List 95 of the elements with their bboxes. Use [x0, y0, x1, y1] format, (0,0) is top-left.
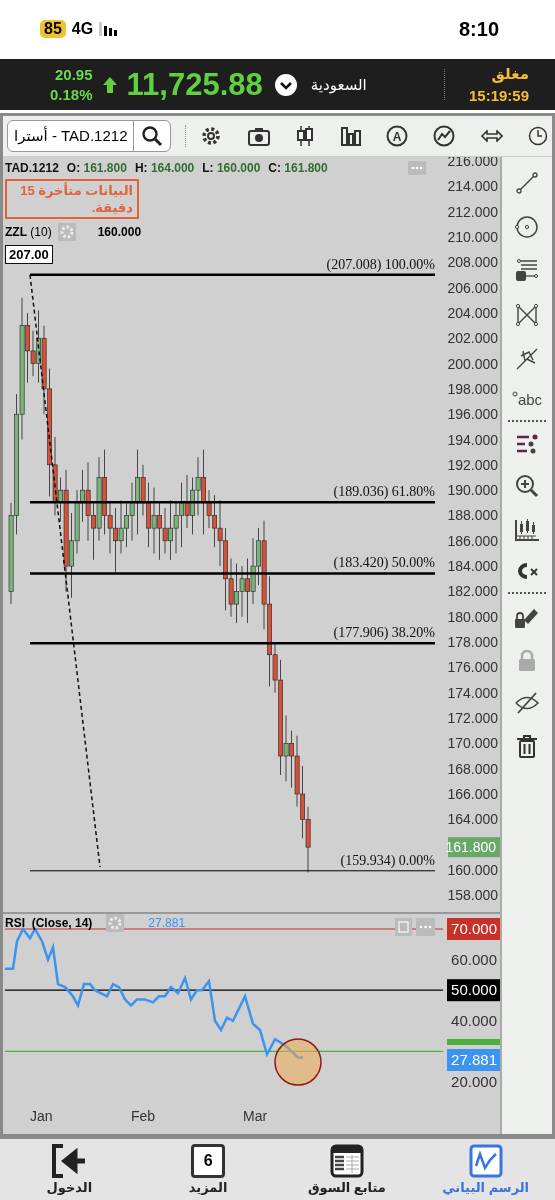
clear-drawings-icon[interactable]: [515, 562, 539, 581]
price-axis-label: 176.000: [447, 659, 498, 676]
table-icon: [329, 1144, 364, 1179]
fibonacci-level-label: (183.420) 50.00%: [333, 555, 435, 571]
price-axis-label: 184.000: [447, 558, 498, 575]
price-axis-label: 216.000: [447, 157, 498, 170]
price-axis-label: 172.000: [447, 710, 498, 727]
price-axis-label: 198.000: [447, 381, 498, 398]
index-change: 20.95: [55, 64, 93, 85]
rsi-value: 27.881: [148, 916, 186, 931]
bar-chart-icon[interactable]: [340, 126, 361, 147]
camera-icon[interactable]: [247, 126, 270, 147]
price-axis-label: 190.000: [447, 482, 498, 499]
rsi-axis-label: 60.000: [451, 951, 497, 968]
rsi-level-badge: 70.000: [447, 918, 500, 941]
price-axis-label: 188.000: [447, 507, 498, 524]
symbol-search-field[interactable]: أسترا - TAD.1212: [7, 120, 172, 153]
price-axis-label: 204.000: [447, 305, 498, 322]
price-axis-label: 182.000: [447, 583, 498, 600]
price-axis-label: 178.000: [447, 634, 498, 651]
market-selector[interactable]: السعودية: [310, 75, 367, 94]
chart-symbol: TAD.1212: [5, 161, 59, 176]
price-axis-label: 202.000: [447, 330, 498, 347]
price-axis-label: 200.000: [447, 355, 498, 372]
fibonacci-level-label: (177.906) 38.20%: [333, 625, 435, 641]
signal-icon: [99, 22, 120, 37]
line-tool-icon[interactable]: [515, 171, 539, 196]
pattern-tool-icon[interactable]: [515, 303, 539, 328]
price-axis-label: 180.000: [447, 609, 498, 626]
ohlc-value: C: 161.800: [268, 161, 328, 176]
price-axis-label: 174.000: [447, 685, 498, 702]
clock-icon[interactable]: [528, 126, 548, 147]
trash-icon[interactable]: [516, 734, 538, 759]
resize-arrows-icon[interactable]: [480, 130, 503, 143]
price-axis-label: 164.000: [447, 811, 498, 828]
highlight-circle: [274, 1038, 322, 1087]
rsi-axis-label: 40.000: [451, 1012, 497, 1030]
price-axis-label: 168.000: [447, 761, 498, 778]
market-status: مغلق: [491, 63, 529, 85]
fibonacci-level-label: (207.008) 100.00%: [326, 257, 435, 273]
ohlc-value: L: 160.000: [202, 161, 261, 176]
date-axis-label: Feb: [131, 1108, 156, 1125]
fibonacci-level-label: (159.934) 0.00%: [340, 853, 435, 869]
price-axis-label: 160.000: [447, 862, 498, 879]
market-time: 15:19:59: [468, 85, 529, 106]
chart-scale-icon[interactable]: [514, 518, 540, 543]
price-axis-label: 194.000: [447, 431, 498, 448]
clock-time: 8:10: [458, 17, 499, 41]
indicator-value: 160.000: [97, 225, 142, 240]
zoom-in-icon[interactable]: [515, 474, 539, 499]
price-axis-label: 186.000: [447, 533, 498, 550]
index-change-percent: 0.18%: [50, 84, 93, 105]
price-axis-label: 192.000: [447, 457, 498, 474]
price-axis-label: 196.000: [447, 406, 498, 423]
rsi-axis-label: 20.000: [451, 1073, 497, 1091]
price-axis-label: 170.000: [447, 735, 498, 752]
ohlc-value: O: 161.800: [66, 161, 127, 176]
indicator-name: ZZL (10): [5, 225, 52, 240]
fibonacci-level-label: (189.036) 61.80%: [333, 484, 435, 500]
lock-drawing-icon[interactable]: [514, 606, 540, 631]
indicator-list-icon[interactable]: [515, 434, 539, 455]
search-icon[interactable]: [141, 125, 164, 148]
price-axis-label: 208.000: [447, 254, 498, 271]
fibonacci-tool-icon[interactable]: [515, 259, 539, 284]
chart-icon: [468, 1144, 503, 1179]
price-axis-label: 214.000: [447, 178, 498, 195]
price-axis-label: 206.000: [447, 280, 498, 296]
login-icon: [51, 1144, 88, 1179]
annotation-icon[interactable]: A: [385, 125, 408, 148]
circle-tool-icon[interactable]: [515, 215, 539, 240]
zigzag-high-label: 207.00: [5, 245, 53, 265]
date-axis-label: Mar: [243, 1108, 268, 1125]
price-axis-label: 166.000: [447, 786, 498, 803]
battery-level: 85: [40, 20, 66, 39]
network-type: 4G: [71, 20, 94, 39]
ohlc-value: H: 164.000: [134, 161, 195, 176]
settings-icon[interactable]: [200, 125, 223, 148]
nav-tab[interactable]: الدخول: [9, 1144, 130, 1196]
hide-icon[interactable]: [515, 692, 539, 715]
rsi-level-badge: 27.881: [447, 1049, 500, 1072]
delay-notice: البيانات متأخرة 15 دقيقة.: [5, 179, 139, 220]
rsi-level-badge: 50.000: [447, 979, 500, 1002]
up-arrow-icon: [102, 76, 117, 93]
count-badge: 6: [191, 1144, 226, 1179]
dropdown-icon[interactable]: [274, 73, 297, 96]
indicator-icon[interactable]: [433, 125, 456, 148]
price-axis-label: 210.000: [447, 229, 498, 246]
pitchfork-tool-icon[interactable]: [515, 347, 539, 372]
date-axis-label: Jan: [30, 1108, 53, 1125]
price-axis-label: 212.000: [447, 204, 498, 221]
nav-tab[interactable]: متابع السوق: [286, 1144, 407, 1196]
rsi-title: RSI (Close, 14): [5, 916, 93, 931]
price-axis-label: 158.000: [447, 887, 498, 904]
index-value: 11,725.88: [126, 66, 263, 103]
candlestick-icon[interactable]: [295, 125, 316, 148]
